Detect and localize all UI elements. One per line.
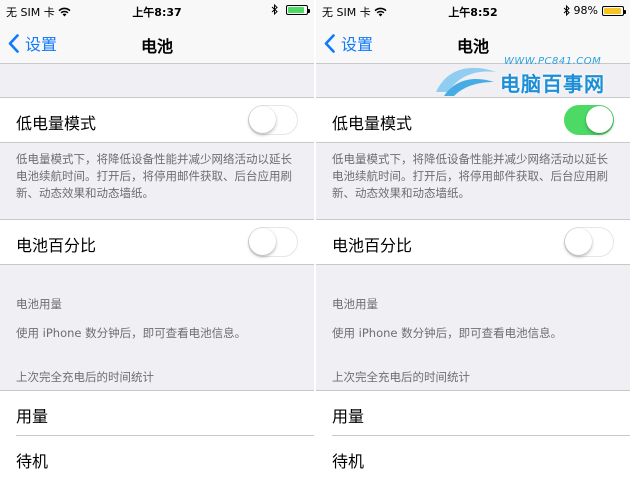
low-power-mode-cell: 低电量模式	[0, 97, 314, 143]
since-last-charge-header: 上次完全充电后的时间统计	[16, 370, 154, 384]
battery-icon	[286, 4, 310, 15]
standby-row-label: 待机	[332, 452, 365, 471]
low-power-mode-toggle[interactable]	[248, 105, 298, 135]
toggle-knob	[249, 228, 276, 255]
toggle-knob	[249, 106, 276, 133]
row-divider	[332, 435, 630, 436]
toggle-knob	[586, 106, 613, 133]
page-title: 电池	[456, 37, 489, 56]
battery-usage-note: 使用 iPhone 数分钟后，即可查看电池信息。	[16, 326, 247, 340]
battery-percentage-cell: 电池百分比	[0, 219, 314, 265]
battery-usage-header: 电池用量	[16, 297, 62, 311]
watermark-url: WWW.PC841.COM	[504, 56, 602, 67]
usage-row-label: 用量	[16, 407, 49, 426]
screen-right: 无 SIM 卡 上午8:52 98% 设置 电池 WWW.PC841.COM 电…	[316, 0, 630, 480]
swoosh-logo-icon	[436, 67, 496, 96]
bluetooth-icon	[563, 5, 570, 16]
status-bar: 无 SIM 卡 上午8:37	[0, 0, 314, 22]
row-divider	[16, 435, 314, 436]
usage-stats-group: 用量 待机	[0, 390, 314, 480]
battery-usage-header: 电池用量	[332, 297, 378, 311]
usage-stats-group: 用量 待机	[316, 390, 630, 480]
screen-left: 无 SIM 卡 上午8:37 设置 电池 低电量模式 低电量模式下，将降低设备性…	[0, 0, 314, 480]
toggle-knob	[565, 228, 592, 255]
status-bar: 无 SIM 卡 上午8:52 98%	[316, 0, 630, 22]
status-time: 上午8:37	[132, 6, 182, 19]
watermark-logo: WWW.PC841.COM 电脑百事网	[434, 56, 624, 102]
low-power-mode-toggle[interactable]	[564, 105, 614, 135]
bluetooth-icon	[271, 4, 278, 15]
low-power-mode-label: 低电量模式	[16, 114, 97, 133]
battery-percentage-label: 电池百分比	[16, 236, 97, 255]
low-power-mode-label: 低电量模式	[332, 114, 413, 133]
since-last-charge-header: 上次完全充电后的时间统计	[332, 370, 470, 384]
battery-percentage-toggle[interactable]	[564, 227, 614, 257]
page-title: 电池	[140, 37, 173, 56]
battery-usage-note: 使用 iPhone 数分钟后，即可查看电池信息。	[332, 326, 563, 340]
battery-percentage-cell: 电池百分比	[316, 219, 630, 265]
usage-row-label: 用量	[332, 407, 365, 426]
battery-percentage-toggle[interactable]	[248, 227, 298, 257]
low-power-mode-cell: 低电量模式	[316, 97, 630, 143]
low-power-mode-description: 低电量模式下，将降低设备性能并减少网络活动以延长电池续航时间。打开后，将停用邮件…	[16, 152, 292, 200]
watermark-brand: 电脑百事网	[500, 72, 605, 96]
standby-row-label: 待机	[16, 452, 49, 471]
battery-percent: 98%	[573, 4, 598, 17]
low-power-mode-description: 低电量模式下，将降低设备性能并减少网络活动以延长电池续航时间。打开后，将停用邮件…	[332, 152, 608, 200]
nav-bar: 设置 电池	[0, 22, 314, 64]
battery-icon	[602, 5, 626, 16]
battery-percentage-label: 电池百分比	[332, 236, 413, 255]
